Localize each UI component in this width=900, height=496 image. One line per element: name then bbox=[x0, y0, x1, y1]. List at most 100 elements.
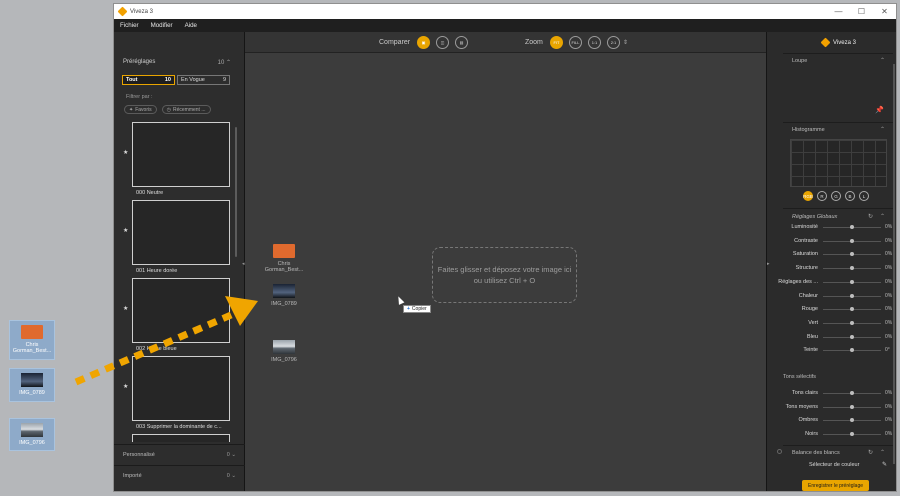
reset-icon[interactable]: ↻ bbox=[868, 213, 873, 220]
desktop-icon-img-0789[interactable]: IMG_0789 bbox=[9, 368, 55, 402]
slider-knob[interactable] bbox=[850, 279, 854, 284]
drop-zone[interactable]: Faites glisser et déposez votre image ic… bbox=[432, 247, 577, 303]
plus-icon: + bbox=[407, 306, 410, 312]
star-icon[interactable]: ★ bbox=[123, 305, 128, 312]
dragged-file-chris-gorman[interactable]: Chris Gorman_Best... bbox=[262, 244, 306, 273]
compare-split-button[interactable]: ◫ bbox=[436, 36, 449, 49]
preset-thumbnail[interactable] bbox=[132, 278, 230, 343]
presets-scrollbar[interactable] bbox=[235, 127, 237, 257]
dragged-file-img-0789[interactable]: IMG_0789 bbox=[262, 284, 306, 307]
preset-thumbnail[interactable] bbox=[132, 434, 230, 442]
chevron-up-icon[interactable]: ⌃ bbox=[880, 57, 885, 64]
desktop-icon-chris-gorman[interactable]: Chris Gorman_Best... bbox=[9, 320, 55, 360]
compare-side-button[interactable]: ▤ bbox=[455, 36, 468, 49]
chip-label: Favoris bbox=[135, 106, 152, 113]
minimize-icon[interactable]: — bbox=[827, 7, 850, 16]
zoom-fill-button[interactable]: FILL bbox=[569, 36, 582, 49]
slider-label: Contraste bbox=[794, 237, 818, 244]
pin-icon[interactable]: 📌 bbox=[875, 106, 884, 114]
slider-label: Structure bbox=[795, 265, 818, 272]
slider-row[interactable]: Rouge 0% bbox=[767, 303, 896, 316]
tab-label: Tout bbox=[126, 77, 138, 83]
menu-modifier[interactable]: Modifier bbox=[151, 22, 173, 29]
close-icon[interactable]: ✕ bbox=[873, 7, 896, 16]
slider-knob[interactable] bbox=[850, 432, 854, 437]
chevron-down-icon[interactable]: ⌄ bbox=[231, 473, 236, 479]
slider-knob[interactable] bbox=[850, 391, 854, 395]
slider-knob[interactable] bbox=[850, 252, 854, 257]
chevron-up-icon[interactable]: ⌃ bbox=[880, 449, 885, 456]
slider-label: Saturation bbox=[792, 251, 818, 258]
save-preset-button[interactable]: Enregistrer le préréglage bbox=[802, 480, 869, 491]
preset-thumbnail[interactable] bbox=[132, 200, 230, 265]
slider-knob[interactable] bbox=[850, 404, 854, 409]
slider-row[interactable]: Vert 0% bbox=[767, 317, 896, 330]
menu-aide[interactable]: Aide bbox=[185, 22, 197, 29]
menu-fichier[interactable]: Fichier bbox=[120, 22, 139, 29]
slider-row[interactable]: Tons moyens 0% bbox=[767, 401, 896, 414]
slider-value: 0% bbox=[885, 224, 893, 230]
star-icon[interactable]: ★ bbox=[123, 383, 128, 390]
channel-g-button[interactable]: G bbox=[831, 191, 841, 201]
tab-en-vogue[interactable]: En Vogue 9 bbox=[177, 75, 230, 85]
compare-single-button[interactable]: ▣ bbox=[417, 36, 430, 49]
chevron-up-icon[interactable]: ⌃ bbox=[226, 60, 231, 66]
section-importe[interactable]: Importé 0 ⌄ bbox=[114, 465, 245, 485]
slider-row[interactable]: Chaleur 0% bbox=[767, 290, 896, 303]
reset-icon[interactable]: ↻ bbox=[868, 449, 873, 456]
chevron-up-icon[interactable]: ⌃ bbox=[880, 126, 885, 133]
section-label: Personnalisé bbox=[123, 451, 155, 458]
section-personnalise[interactable]: Personnalisé 0 ⌄ bbox=[114, 444, 245, 464]
slider-value: 0% bbox=[885, 237, 893, 244]
slider-row[interactable]: Structure 0% bbox=[767, 262, 896, 275]
slider-label: Chaleur bbox=[798, 292, 818, 299]
slider-knob[interactable] bbox=[850, 320, 854, 325]
star-icon[interactable]: ★ bbox=[123, 149, 128, 156]
dragged-file-img-0796[interactable]: IMG_0796 bbox=[262, 340, 306, 363]
slider-row[interactable]: Réglages des ... 0% bbox=[767, 276, 896, 289]
channel-l-button[interactable]: L bbox=[859, 191, 869, 201]
slider-row[interactable]: Bleu 0% bbox=[767, 331, 896, 344]
preset-thumbnail[interactable] bbox=[132, 122, 230, 187]
channel-r-button[interactable]: R bbox=[817, 191, 827, 201]
eyedropper-icon[interactable]: ✎ bbox=[882, 461, 887, 468]
preset-thumbnail[interactable] bbox=[132, 356, 230, 421]
zoom-fit-button[interactable]: FIT bbox=[550, 36, 563, 49]
maximize-icon[interactable]: ☐ bbox=[850, 7, 873, 16]
chip-recemment[interactable]: ◷ Récemment ... bbox=[161, 105, 211, 114]
book-icon bbox=[21, 325, 43, 339]
chevron-up-icon[interactable]: ⌃ bbox=[880, 213, 885, 220]
preset-tabs: Tout 10 En Vogue 9 bbox=[122, 75, 230, 85]
channel-b-button[interactable]: B bbox=[845, 191, 855, 201]
slider-knob[interactable] bbox=[850, 238, 854, 243]
slider-knob[interactable] bbox=[850, 348, 854, 353]
slider-knob[interactable] bbox=[850, 307, 854, 312]
chip-favoris[interactable]: ✦ Favoris bbox=[124, 105, 157, 114]
star-icon[interactable]: ★ bbox=[123, 227, 128, 234]
slider-row[interactable]: Ombres 0% bbox=[767, 414, 896, 427]
zoom-2-1-button[interactable]: 2:1 bbox=[607, 36, 620, 49]
zoom-1-1-button[interactable]: 1:1 bbox=[588, 36, 601, 49]
side-by-side-icon: ▤ bbox=[459, 40, 464, 45]
slider-knob[interactable] bbox=[850, 266, 854, 271]
slider-row[interactable]: Tons clairs 0% bbox=[767, 387, 896, 400]
white-balance-toggle[interactable] bbox=[777, 449, 782, 454]
slider-knob[interactable] bbox=[850, 225, 854, 229]
slider-row[interactable]: Contraste 0% bbox=[767, 235, 896, 248]
tab-tout[interactable]: Tout 10 bbox=[122, 75, 175, 85]
chevron-down-icon[interactable]: ⌄ bbox=[231, 452, 236, 458]
slider-row[interactable]: Teinte 0° bbox=[767, 344, 896, 357]
channel-rgb-button[interactable]: RGB bbox=[803, 191, 813, 201]
desktop-icon-img-0796[interactable]: IMG_0796 bbox=[9, 418, 55, 451]
slider-knob[interactable] bbox=[850, 334, 854, 339]
slider-knob[interactable] bbox=[850, 293, 854, 298]
slider-row[interactable]: Saturation 0% bbox=[767, 248, 896, 261]
slider-row[interactable]: Luminosité 0% bbox=[767, 221, 896, 234]
presets-header[interactable]: Préréglages 10 ⌃ bbox=[123, 59, 231, 66]
zoom-stepper-icon[interactable]: ⇕ bbox=[623, 39, 628, 46]
white-balance-section: Balance des blancs ↻ ⌃ bbox=[777, 445, 893, 475]
slider-row[interactable]: Noirs 0% bbox=[767, 428, 896, 441]
image-canvas[interactable]: Comparer ▣ ◫ ▤ Zoom FIT FILL 1:1 2:1 ⇕ F… bbox=[245, 32, 766, 491]
slider-knob[interactable] bbox=[850, 418, 854, 423]
image-icon bbox=[21, 373, 43, 387]
